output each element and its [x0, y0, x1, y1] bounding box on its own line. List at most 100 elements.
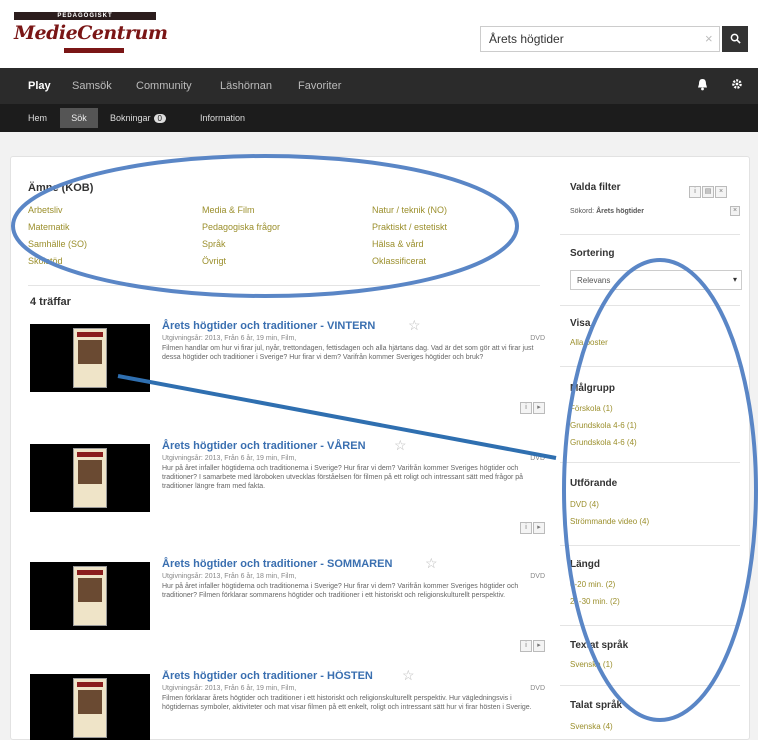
divider	[560, 462, 740, 463]
format-filter-link[interactable]: Strömmande video (4)	[570, 517, 649, 526]
info-button[interactable]: i	[520, 402, 532, 414]
audience-filter-link[interactable]: Grundskola 4-6 (1)	[570, 421, 637, 430]
result-description: Hur på året infaller högtiderna och trad…	[162, 583, 519, 599]
video-thumbnail[interactable]	[30, 562, 150, 630]
view-title: Visa	[570, 318, 591, 329]
bell-icon[interactable]	[697, 78, 708, 94]
filter-button[interactable]: ▤	[702, 186, 714, 198]
main-nav: Play Samsök Community Läshörnan Favorite…	[0, 68, 758, 104]
result-title[interactable]: Årets högtider och traditioner - VINTERN	[162, 320, 375, 332]
play-button[interactable]: ▸	[533, 522, 545, 534]
video-thumbnail[interactable]	[30, 674, 150, 740]
selected-filters-title: Valda filter	[570, 182, 621, 193]
subnav-bokningar-label: Bokningar	[110, 113, 151, 123]
logo-tagline: PEDAGOGISKT	[14, 12, 156, 20]
video-thumbnail[interactable]	[30, 324, 150, 392]
subnav-sok[interactable]: Sök	[60, 108, 98, 128]
favorite-star-icon[interactable]: ☆	[425, 555, 438, 572]
category-link[interactable]: Matematik	[28, 222, 70, 232]
nav-play[interactable]: Play	[28, 80, 51, 92]
result-title[interactable]: Årets högtider och traditioner - VÅREN	[162, 440, 366, 452]
category-link[interactable]: Språk	[202, 239, 226, 249]
category-link[interactable]: Skolstöd	[28, 256, 63, 266]
result-meta: Utgivningsår: 2013, Från 6 år, 19 min, F…	[162, 455, 297, 462]
subnav-information[interactable]: Information	[200, 113, 245, 123]
result-format: DVD	[530, 455, 545, 462]
result-item: Årets högtider och traditioner - VÅREN ☆…	[30, 437, 545, 550]
category-link[interactable]: Övrigt	[202, 256, 226, 266]
result-title[interactable]: Årets högtider och traditioner - HÖSTEN	[162, 670, 373, 682]
chevron-down-icon: ▾	[733, 275, 738, 284]
remove-filter-icon[interactable]: ×	[730, 206, 740, 216]
search-input[interactable]	[480, 26, 720, 52]
result-description: Filmen förklarar årets högtider och trad…	[162, 695, 532, 711]
favorite-star-icon[interactable]: ☆	[402, 670, 415, 684]
spoken-language-filter-link[interactable]: Svenska (4)	[570, 722, 613, 731]
active-filter: Sökord: Årets högtider	[570, 208, 644, 215]
audience-filter-link[interactable]: Förskola (1)	[570, 404, 613, 413]
divider	[560, 366, 740, 367]
category-link[interactable]: Pedagogiska frågor	[202, 222, 280, 232]
logo-underline	[64, 48, 124, 53]
info-button[interactable]: i	[520, 522, 532, 534]
category-link[interactable]: Media & Film	[202, 205, 255, 215]
logo-text: MedieCentrum	[14, 22, 168, 44]
divider	[28, 285, 540, 286]
site-logo[interactable]: PEDAGOGISKT MedieCentrum	[14, 12, 168, 60]
category-link[interactable]: Praktiskt / estetiskt	[372, 222, 447, 232]
filter-button[interactable]: i	[689, 186, 701, 198]
audience-title: Målgrupp	[570, 383, 615, 394]
length-title: Längd	[570, 559, 600, 570]
result-item: Årets högtider och traditioner - VINTERN…	[30, 317, 545, 430]
sort-title: Sortering	[570, 248, 615, 259]
nav-community[interactable]: Community	[136, 80, 192, 92]
spoken-language-title: Talat språk	[570, 700, 623, 711]
gear-icon[interactable]	[731, 78, 743, 93]
length-filter-link[interactable]: 21-30 min. (2)	[570, 597, 620, 606]
info-button[interactable]: i	[520, 640, 532, 652]
filter-actions: i ▤ ×	[688, 180, 727, 198]
category-link[interactable]: Oklassificerat	[372, 256, 426, 266]
divider	[560, 234, 740, 235]
format-title: Utförande	[570, 478, 618, 489]
play-button[interactable]: ▸	[533, 402, 545, 414]
result-meta: Utgivningsår: 2013, Från 6 år, 18 min, F…	[162, 573, 297, 580]
category-link[interactable]: Natur / teknik (NO)	[372, 205, 447, 215]
category-link[interactable]: Samhälle (SO)	[28, 239, 87, 249]
category-link[interactable]: Hälsa & vård	[372, 239, 424, 249]
result-item: Årets högtider och traditioner - SOMMARE…	[30, 555, 545, 668]
result-count: 4 träffar	[30, 296, 71, 308]
favorite-star-icon[interactable]: ☆	[408, 317, 421, 334]
length-filter-link[interactable]: 0-20 min. (2)	[570, 580, 615, 589]
nav-lashornan[interactable]: Läshörnan	[220, 80, 272, 92]
result-actions: i ▸	[519, 516, 545, 534]
video-thumbnail[interactable]	[30, 444, 150, 512]
result-description: Filmen handlar om hur vi firar jul, nyår…	[162, 345, 534, 361]
category-title: Ämne (KOB)	[28, 182, 94, 194]
audience-filter-link[interactable]: Grundskola 4-6 (4)	[570, 438, 637, 447]
clear-search-icon[interactable]: ×	[705, 31, 713, 46]
result-title[interactable]: Årets högtider och traditioner - SOMMARE…	[162, 558, 392, 570]
nav-favoriter[interactable]: Favoriter	[298, 80, 341, 92]
play-button[interactable]: ▸	[533, 640, 545, 652]
nav-samsok[interactable]: Samsök	[72, 80, 112, 92]
result-actions: i ▸	[519, 396, 545, 414]
category-link[interactable]: Arbetsliv	[28, 205, 63, 215]
filter-button[interactable]: ×	[715, 186, 727, 198]
subnav-bokningar[interactable]: Bokningar 0	[110, 113, 166, 123]
subnav-hem[interactable]: Hem	[28, 113, 47, 123]
active-filter-label: Sökord:	[570, 208, 595, 215]
search-icon	[730, 33, 741, 44]
sort-select[interactable]: Relevans	[570, 270, 742, 290]
result-description: Hur på året infaller högtiderna och trad…	[162, 465, 524, 490]
view-link[interactable]: Alla poster	[570, 338, 608, 347]
subtitles-filter-link[interactable]: Svenska (1)	[570, 660, 613, 669]
result-format: DVD	[530, 335, 545, 342]
divider	[560, 685, 740, 686]
sub-nav: Hem Sök Bokningar 0 Information	[0, 104, 758, 132]
favorite-star-icon[interactable]: ☆	[394, 437, 407, 454]
divider	[560, 545, 740, 546]
format-filter-link[interactable]: DVD (4)	[570, 500, 599, 509]
result-format: DVD	[530, 685, 545, 692]
search-button[interactable]	[722, 26, 748, 52]
